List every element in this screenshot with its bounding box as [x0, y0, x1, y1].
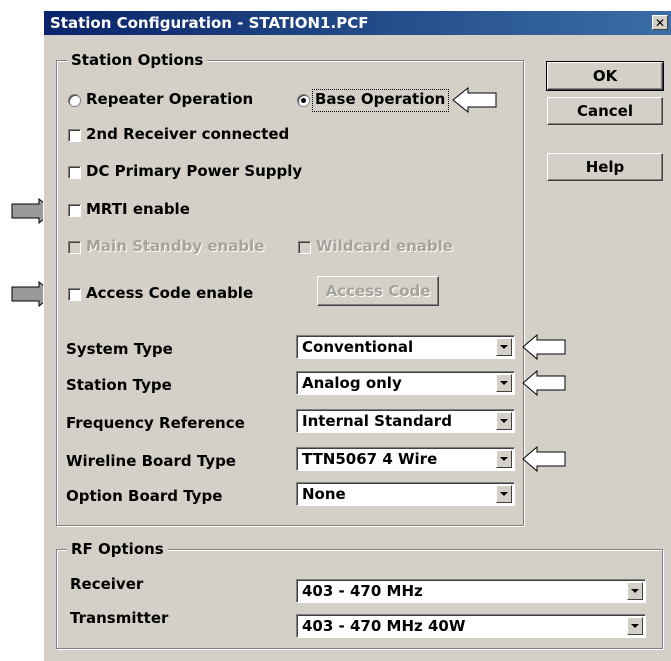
station-configuration-dialog: Station Configuration - STATION1.PCF ✕ S…	[43, 10, 671, 661]
repeater-operation-radio[interactable]	[68, 94, 81, 107]
frequency-reference-select[interactable]: Internal Standard	[296, 409, 515, 433]
chevron-down-icon[interactable]	[627, 617, 643, 635]
system-type-value: Conventional	[302, 338, 414, 356]
system-type-select[interactable]: Conventional	[296, 335, 515, 359]
wireline-board-type-value: TTN5067 4 Wire	[302, 450, 438, 468]
frequency-reference-label: Frequency Reference	[66, 414, 245, 432]
transmitter-value: 403 - 470 MHz 40W	[302, 617, 466, 635]
option-board-type-label: Option Board Type	[66, 487, 223, 505]
callout-arrow-system-type-icon	[522, 334, 566, 360]
chevron-down-icon[interactable]	[496, 412, 512, 430]
second-receiver-checkbox[interactable]	[68, 129, 81, 142]
chevron-down-icon[interactable]	[496, 374, 512, 392]
transmitter-label: Transmitter	[70, 609, 169, 627]
rf-options-legend: RF Options	[67, 540, 168, 558]
wireline-board-type-select[interactable]: TTN5067 4 Wire	[296, 447, 515, 471]
window-title: Station Configuration - STATION1.PCF	[50, 14, 369, 32]
wireline-board-type-label: Wireline Board Type	[66, 452, 236, 470]
repeater-operation-label[interactable]: Repeater Operation	[86, 90, 253, 108]
station-options-legend: Station Options	[67, 51, 208, 69]
access-code-button-label: Access Code	[325, 282, 431, 300]
cancel-button-label: Cancel	[576, 102, 633, 120]
ok-button-label: OK	[592, 67, 618, 85]
ok-button[interactable]: OK	[546, 61, 664, 91]
dc-power-checkbox[interactable]	[68, 166, 81, 179]
title-bar[interactable]: Station Configuration - STATION1.PCF ✕	[44, 11, 671, 35]
frequency-reference-value: Internal Standard	[302, 412, 452, 430]
station-type-select[interactable]: Analog only	[296, 371, 515, 395]
station-type-value: Analog only	[302, 374, 402, 392]
main-standby-checkbox	[68, 241, 81, 254]
option-board-type-select[interactable]: None	[296, 482, 515, 506]
receiver-value: 403 - 470 MHz	[302, 582, 423, 600]
station-type-label: Station Type	[66, 376, 172, 394]
close-icon[interactable]: ✕	[652, 15, 668, 30]
wildcard-label: Wildcard enable	[316, 237, 453, 255]
base-operation-label[interactable]: Base Operation	[315, 90, 445, 108]
chevron-down-icon[interactable]	[496, 450, 512, 468]
dc-power-label[interactable]: DC Primary Power Supply	[86, 162, 302, 180]
help-button-label: Help	[585, 158, 625, 176]
second-receiver-label[interactable]: 2nd Receiver connected	[86, 125, 289, 143]
chevron-down-icon[interactable]	[496, 485, 512, 503]
base-operation-radio[interactable]	[297, 94, 310, 107]
transmitter-select[interactable]: 403 - 470 MHz 40W	[296, 614, 646, 638]
mrti-enable-label[interactable]: MRTI enable	[86, 200, 190, 218]
callout-arrow-station-type-icon	[522, 370, 566, 396]
chevron-down-icon[interactable]	[496, 338, 512, 356]
access-code-enable-checkbox[interactable]	[68, 288, 81, 301]
receiver-select[interactable]: 403 - 470 MHz	[296, 579, 646, 603]
chevron-down-icon[interactable]	[627, 582, 643, 600]
system-type-label: System Type	[66, 340, 173, 358]
callout-arrow-base-icon	[452, 87, 497, 113]
help-button[interactable]: Help	[547, 153, 663, 181]
mrti-enable-checkbox[interactable]	[68, 204, 81, 217]
access-code-button: Access Code	[317, 276, 439, 306]
option-board-type-value: None	[302, 485, 346, 503]
receiver-label: Receiver	[70, 575, 144, 593]
wildcard-checkbox	[298, 241, 311, 254]
callout-arrow-wireline-icon	[522, 446, 566, 472]
access-code-enable-label[interactable]: Access Code enable	[86, 284, 253, 302]
main-standby-label: Main Standby enable	[86, 237, 265, 255]
cancel-button[interactable]: Cancel	[547, 97, 663, 125]
